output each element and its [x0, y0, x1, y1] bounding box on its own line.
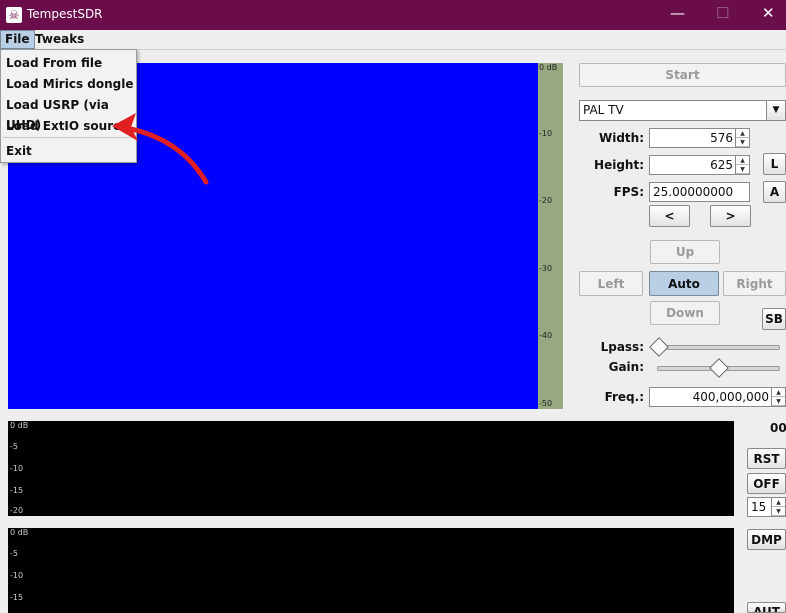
off-button[interactable]: OFF: [747, 473, 786, 494]
prev-button[interactable]: <: [649, 205, 690, 227]
freq-label: Freq.:: [604, 390, 644, 404]
scale-label: -20: [539, 196, 553, 205]
scale-label: -50: [539, 399, 553, 408]
menu-item-exit[interactable]: Exit: [1, 141, 136, 161]
height-spinner[interactable]: ▲ ▼: [735, 156, 749, 174]
fps-label: FPS:: [613, 185, 644, 199]
chevron-down-icon[interactable]: ▼: [766, 101, 785, 120]
left-button[interactable]: Left: [579, 271, 643, 296]
rst-button[interactable]: RST: [747, 448, 786, 469]
menu-file[interactable]: File: [0, 30, 35, 49]
menu-item-load-usrp[interactable]: Load USRP (via UHD): [1, 95, 136, 132]
sb-button[interactable]: SB: [762, 308, 786, 330]
scale-label: -10: [539, 129, 553, 138]
fps-field[interactable]: 25.00000000: [649, 182, 750, 202]
scale-label: -40: [539, 331, 553, 340]
title-bar: ☠ TempestSDR — ☐ ✕: [0, 0, 786, 30]
height-field[interactable]: 625 ▲ ▼: [649, 155, 750, 175]
frames-spinner-field[interactable]: 15 ▲ ▼: [747, 497, 786, 517]
aut-button[interactable]: AUT: [747, 602, 786, 613]
lpass-slider-thumb[interactable]: [649, 337, 669, 357]
menu-item-load-mirics[interactable]: Load Mirics dongle: [1, 74, 136, 94]
spectrum-scale-label: 0 dB: [10, 528, 29, 537]
menu-separator: [3, 137, 134, 138]
spectrum-scale-label: -15: [10, 486, 24, 495]
scale-label: -30: [539, 264, 553, 273]
menu-bar: File Tweaks: [0, 30, 786, 50]
spectrum-scale-label: -10: [10, 571, 24, 580]
a-button[interactable]: A: [763, 181, 786, 203]
spectrum-scale-label: 0 dB: [10, 421, 29, 430]
spectrum-scale-label: -20: [10, 506, 24, 515]
menu-item-load-extio[interactable]: Load ExtIO source: [1, 116, 136, 136]
l-button[interactable]: L: [763, 153, 786, 175]
frequency-field[interactable]: 400,000,000 ▲ ▼: [649, 387, 786, 407]
lpass-label: Lpass:: [600, 340, 644, 354]
close-icon[interactable]: ✕: [762, 4, 775, 22]
up-button[interactable]: Up: [650, 240, 720, 264]
width-value: 576: [710, 131, 733, 145]
menu-tweaks[interactable]: Tweaks: [31, 31, 88, 48]
minimize-icon[interactable]: —: [670, 4, 685, 22]
dmp-button[interactable]: DMP: [747, 529, 786, 550]
height-value: 625: [710, 158, 733, 172]
fps-value: 25.00000000: [653, 185, 734, 199]
frequency-value: 400,000,000: [692, 390, 769, 404]
autocorrelation-plot[interactable]: 0 dB -5 -10 -15: [8, 528, 734, 613]
next-button[interactable]: >: [710, 205, 751, 227]
spectrum-scale-label: -5: [10, 442, 18, 451]
right-button[interactable]: Right: [723, 271, 786, 296]
frequency-spinner[interactable]: ▲ ▼: [771, 388, 785, 406]
gain-slider-thumb[interactable]: [708, 358, 729, 378]
width-field[interactable]: 576 ▲ ▼: [649, 128, 750, 148]
width-spinner[interactable]: ▲ ▼: [735, 129, 749, 147]
frames-value: 15: [751, 500, 767, 514]
down-button[interactable]: Down: [650, 301, 720, 325]
waterfall-db-scale: 0 dB -10 -20 -30 -40 -50: [538, 63, 563, 409]
start-button[interactable]: Start: [579, 63, 786, 87]
spectrum-scale-label: -15: [10, 593, 24, 602]
auto-button[interactable]: Auto: [649, 271, 719, 296]
menu-item-load-from-file[interactable]: Load From file: [1, 53, 136, 73]
preset-value: PAL TV: [583, 103, 624, 117]
side-readout: 00: [770, 421, 786, 435]
file-menu-dropdown: Load From file Load Mirics dongle Load U…: [0, 49, 137, 163]
spectrum-scale-label: -10: [10, 464, 24, 473]
scale-label: 0 dB: [539, 63, 558, 72]
preset-dropdown[interactable]: PAL TV ▼: [579, 100, 786, 121]
height-label: Height:: [594, 158, 644, 172]
spectrum-plot[interactable]: 0 dB -5 -10 -15 -20: [8, 421, 734, 516]
width-label: Width:: [598, 131, 644, 145]
spectrum-scale-label: -5: [10, 549, 18, 558]
app-icon: ☠: [6, 7, 22, 23]
maximize-icon: ☐: [716, 4, 730, 22]
gain-label: Gain:: [608, 360, 644, 374]
lpass-slider-track[interactable]: [652, 345, 780, 350]
frames-spinner[interactable]: ▲ ▼: [771, 498, 785, 516]
window-title: TempestSDR: [27, 7, 103, 21]
